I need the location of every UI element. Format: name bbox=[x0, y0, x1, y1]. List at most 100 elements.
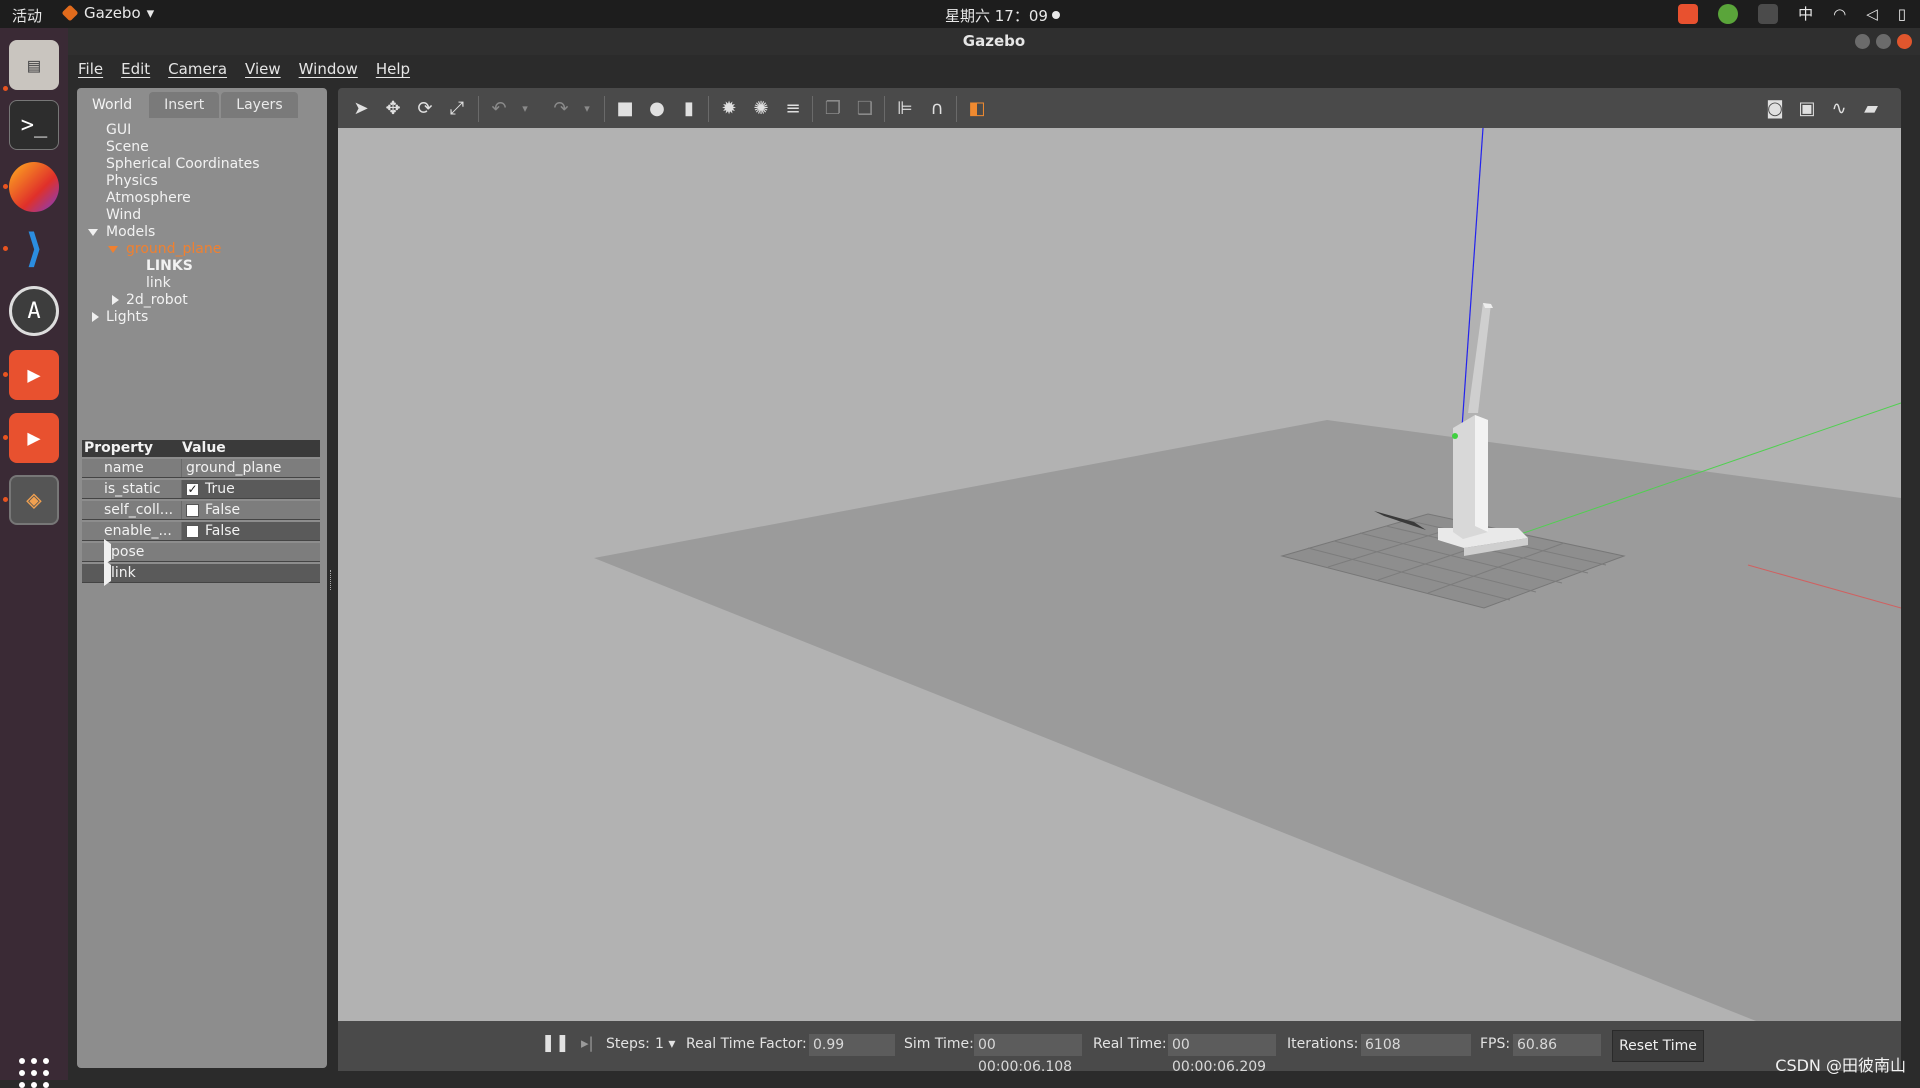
checkbox-unchecked[interactable] bbox=[186, 503, 199, 517]
battery-icon[interactable]: ▯ bbox=[1898, 5, 1906, 23]
video-record-icon[interactable]: ▰ bbox=[1860, 98, 1882, 120]
redo-icon[interactable]: ↷ bbox=[550, 98, 572, 120]
volume-icon[interactable]: ◁ bbox=[1866, 5, 1878, 23]
vscode-app-icon[interactable]: ⟩ bbox=[9, 224, 59, 274]
real-time-label: Real Time: bbox=[1093, 1036, 1167, 1052]
property-key: self_coll... bbox=[82, 501, 182, 519]
rotate-icon[interactable]: ⟳ bbox=[414, 98, 436, 120]
toolbar-separator bbox=[956, 96, 957, 122]
tree-item-scene[interactable]: Scene bbox=[77, 139, 327, 156]
point-light-icon[interactable]: ✹ bbox=[718, 98, 740, 120]
running-indicator bbox=[3, 86, 8, 91]
maximize-icon[interactable] bbox=[1876, 34, 1891, 49]
property-group-pose[interactable]: pose bbox=[82, 539, 320, 565]
header-property: Property bbox=[84, 440, 154, 456]
app-menu[interactable]: Gazebo ▾ bbox=[61, 4, 154, 22]
menu-file[interactable]: File bbox=[78, 60, 103, 78]
tree-item-physics[interactable]: Physics bbox=[77, 173, 327, 190]
arrow-select-icon[interactable]: ➤ bbox=[350, 98, 372, 120]
steps-spinner[interactable]: 1 ▾ bbox=[655, 1036, 675, 1052]
xmind-app-icon[interactable]: ▶ bbox=[9, 350, 59, 400]
firefox-app-icon[interactable] bbox=[9, 162, 59, 212]
reset-time-button[interactable]: Reset Time bbox=[1612, 1030, 1704, 1062]
align-icon[interactable]: ⊫ bbox=[894, 98, 916, 120]
chevron-down-icon[interactable]: ▾ bbox=[514, 98, 536, 120]
menu-edit[interactable]: Edit bbox=[121, 60, 150, 78]
close-icon[interactable] bbox=[1897, 34, 1912, 49]
collapsed-arrow-icon[interactable] bbox=[104, 560, 111, 586]
sphere-shape-icon[interactable]: ● bbox=[646, 98, 668, 120]
software-updater-app-icon[interactable]: A bbox=[9, 286, 59, 336]
tree-item-gui[interactable]: GUI bbox=[77, 122, 327, 139]
tree-item-label: Lights bbox=[106, 309, 149, 325]
checkbox-checked[interactable]: ✓ bbox=[186, 482, 199, 496]
step-forward-icon[interactable]: ▸| bbox=[581, 1034, 594, 1052]
terminal-app-icon[interactable]: >_ bbox=[9, 100, 59, 150]
menu-help[interactable]: Help bbox=[376, 60, 410, 78]
chevron-down-icon[interactable]: ▾ bbox=[576, 98, 598, 120]
xmind-tray-icon[interactable] bbox=[1678, 3, 1699, 24]
files-app-icon[interactable]: ▤ bbox=[9, 40, 59, 90]
app-menu-label: Gazebo bbox=[84, 4, 141, 22]
activities-button[interactable]: 活动 bbox=[12, 5, 42, 26]
menu-camera[interactable]: Camera bbox=[168, 60, 227, 78]
scale-icon[interactable]: ⤢ bbox=[446, 98, 468, 120]
notification-dot-icon bbox=[1051, 11, 1060, 19]
tree-item-models[interactable]: Models bbox=[77, 224, 327, 241]
collapsed-arrow-icon[interactable] bbox=[112, 295, 119, 305]
minimize-icon[interactable] bbox=[1855, 34, 1870, 49]
cylinder-shape-icon[interactable]: ▮ bbox=[678, 98, 700, 120]
tree-item-ground-plane[interactable]: ground_plane bbox=[77, 241, 327, 258]
tree-item-2d-robot[interactable]: 2d_robot bbox=[77, 292, 327, 309]
spot-light-icon[interactable]: ✺ bbox=[750, 98, 772, 120]
tab-world[interactable]: World bbox=[77, 92, 148, 118]
menu-view[interactable]: View bbox=[245, 60, 281, 78]
property-group-link[interactable]: link bbox=[82, 560, 320, 586]
expanded-arrow-icon[interactable] bbox=[88, 229, 98, 236]
tree-item-link[interactable]: link bbox=[77, 275, 327, 292]
network-icon[interactable]: ◠ bbox=[1833, 5, 1846, 23]
clock[interactable]: 星期六 17：09 bbox=[945, 5, 1060, 26]
checkbox-unchecked[interactable] bbox=[186, 524, 199, 538]
copy-icon[interactable]: ❐ bbox=[822, 98, 844, 120]
view-angle-icon[interactable]: ◧ bbox=[966, 98, 988, 120]
tree-item-atmosphere[interactable]: Atmosphere bbox=[77, 190, 327, 207]
show-applications-icon[interactable] bbox=[19, 1058, 49, 1088]
menu-window[interactable]: Window bbox=[299, 60, 358, 78]
drawer-icon: ▤ bbox=[27, 53, 41, 77]
window-title-bar: Gazebo bbox=[68, 28, 1920, 55]
expanded-arrow-icon[interactable] bbox=[108, 246, 118, 253]
panel-splitter-handle[interactable] bbox=[330, 570, 333, 590]
3d-viewport[interactable] bbox=[338, 128, 1901, 1021]
tab-insert[interactable]: Insert bbox=[149, 92, 220, 118]
collapsed-arrow-icon[interactable] bbox=[92, 312, 99, 322]
undo-icon[interactable]: ↶ bbox=[488, 98, 510, 120]
update-tray-icon[interactable] bbox=[1718, 3, 1739, 24]
tree-item-spherical-coordinates[interactable]: Spherical Coordinates bbox=[77, 156, 327, 173]
system-tray: 中 ◠ ◁ ▯ bbox=[1678, 3, 1906, 24]
directional-light-icon[interactable]: ≡ bbox=[782, 98, 804, 120]
cloud-tray-icon[interactable] bbox=[1758, 3, 1779, 24]
system-top-bar: 活动 Gazebo ▾ 星期六 17：09 中 ◠ ◁ ▯ bbox=[0, 0, 1920, 28]
paste-icon[interactable]: ❑ bbox=[854, 98, 876, 120]
tree-item-wind[interactable]: Wind bbox=[77, 207, 327, 224]
snap-icon[interactable]: ∩ bbox=[926, 98, 948, 120]
plot-icon[interactable]: ∿ bbox=[1828, 98, 1850, 120]
property-value-field[interactable]: ground_plane bbox=[182, 459, 320, 477]
pause-icon[interactable]: ❚❚ bbox=[541, 1033, 570, 1053]
input-method-indicator[interactable]: 中 bbox=[1798, 3, 1813, 24]
property-table-header: Property Value bbox=[82, 440, 320, 457]
tree-item-label: Models bbox=[106, 224, 156, 240]
running-indicator bbox=[3, 184, 8, 189]
tree-item-lights[interactable]: Lights bbox=[77, 309, 327, 326]
log-icon[interactable]: ▣ bbox=[1796, 98, 1818, 120]
gazebo-app-icon[interactable]: ◈ bbox=[9, 475, 59, 525]
camera-screenshot-icon[interactable]: ◙ bbox=[1764, 98, 1786, 120]
xmind-app-icon-2[interactable]: ▶ bbox=[9, 413, 59, 463]
world-tree: GUI Scene Spherical Coordinates Physics … bbox=[77, 122, 327, 326]
box-shape-icon[interactable]: ■ bbox=[614, 98, 636, 120]
tab-layers[interactable]: Layers bbox=[221, 92, 298, 118]
scene-render bbox=[594, 128, 1901, 1021]
move-icon[interactable]: ✥ bbox=[382, 98, 404, 120]
property-key: name bbox=[82, 459, 182, 477]
